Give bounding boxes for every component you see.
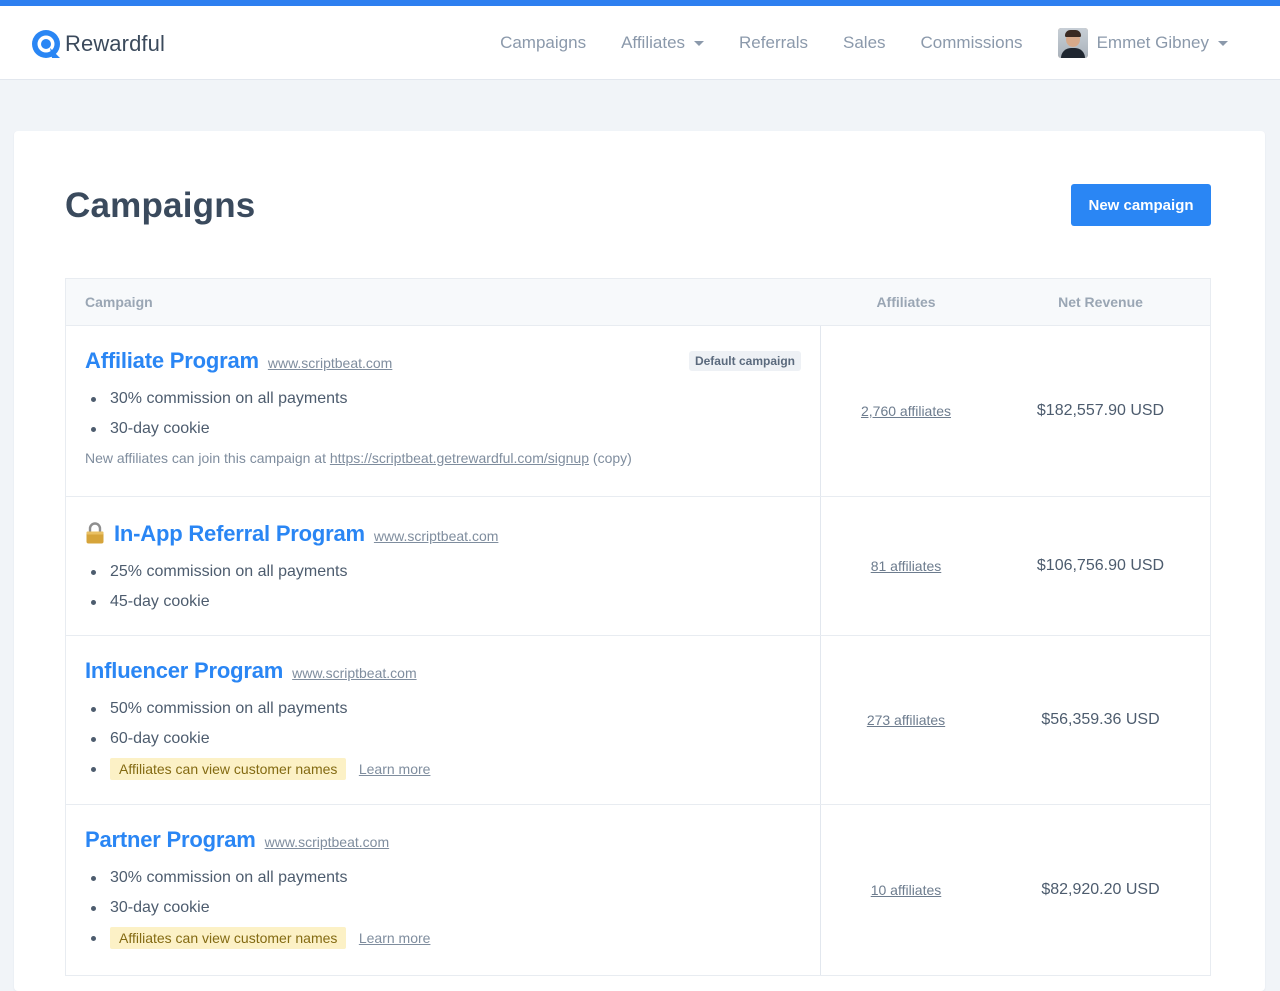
- column-header-revenue: Net Revenue: [1058, 294, 1143, 310]
- campaign-url-link[interactable]: www.scriptbeat.com: [374, 528, 498, 544]
- campaign-details: 50% commission on all payments 60-day co…: [85, 694, 801, 784]
- campaign-url-link[interactable]: www.scriptbeat.com: [268, 355, 392, 371]
- campaign-name-link[interactable]: Partner Program: [85, 827, 256, 853]
- net-revenue: $56,359.36 USD: [1041, 711, 1160, 728]
- signup-prefix: New affiliates can join this campaign at: [85, 450, 326, 466]
- table-row: Affiliate Program www.scriptbeat.com Def…: [66, 326, 1210, 497]
- column-header-affiliates: Affiliates: [876, 294, 936, 310]
- affiliates-count-link[interactable]: 81 affiliates: [871, 558, 942, 574]
- net-revenue: $82,920.20 USD: [1041, 881, 1160, 898]
- main-nav: Campaigns Affiliates Referrals Sales Com…: [465, 6, 1228, 80]
- campaign-name-link[interactable]: In-App Referral Program: [114, 521, 365, 547]
- nav-sales[interactable]: Sales: [843, 33, 886, 53]
- detail-cookie: 45-day cookie: [85, 587, 801, 617]
- caret-down-icon: [1218, 40, 1228, 46]
- user-name: Emmet Gibney: [1096, 33, 1209, 52]
- campaign-name-link[interactable]: Affiliate Program: [85, 348, 259, 374]
- detail-commission: 30% commission on all payments: [85, 863, 801, 893]
- revenue-cell: $56,359.36 USD: [991, 636, 1210, 804]
- nav-affiliates[interactable]: Affiliates: [621, 33, 705, 53]
- campaigns-table: Campaign Affiliates Net Revenue Affiliat…: [65, 278, 1211, 976]
- rewardful-logo-icon: [32, 30, 60, 58]
- affiliates-cell: 81 affiliates: [821, 497, 991, 635]
- detail-cookie: 30-day cookie: [85, 414, 801, 444]
- detail-cookie: 60-day cookie: [85, 724, 801, 754]
- nav-sales-label: Sales: [843, 33, 886, 52]
- new-campaign-button[interactable]: New campaign: [1071, 184, 1211, 226]
- nav-commissions[interactable]: Commissions: [921, 33, 1023, 53]
- learn-more-link[interactable]: Learn more: [359, 930, 431, 946]
- table-header: Campaign Affiliates Net Revenue: [66, 279, 1210, 326]
- campaign-cell: In-App Referral Program www.scriptbeat.c…: [66, 497, 821, 635]
- nav-affiliates-label: Affiliates: [621, 33, 686, 52]
- nav-campaigns[interactable]: Campaigns: [500, 33, 586, 53]
- net-revenue: $106,756.90 USD: [1036, 557, 1165, 574]
- caret-down-icon: [694, 40, 705, 46]
- table-row: In-App Referral Program www.scriptbeat.c…: [66, 497, 1210, 636]
- campaign-url-link[interactable]: www.scriptbeat.com: [292, 665, 416, 681]
- default-campaign-badge: Default campaign: [688, 351, 801, 371]
- affiliates-count-link[interactable]: 2,760 affiliates: [861, 403, 951, 419]
- affiliates-cell: 2,760 affiliates: [821, 326, 991, 496]
- brand-name: Rewardful: [65, 31, 165, 56]
- learn-more-link[interactable]: Learn more: [359, 761, 431, 777]
- nav-referrals[interactable]: Referrals: [739, 33, 808, 53]
- lock-icon: [86, 522, 104, 544]
- detail-cookie: 30-day cookie: [85, 893, 801, 923]
- detail-permission: Affiliates can view customer names Learn…: [85, 754, 801, 784]
- customer-names-highlight: Affiliates can view customer names: [110, 758, 347, 780]
- nav-campaigns-label: Campaigns: [500, 33, 587, 52]
- page-title: Campaigns: [65, 186, 256, 225]
- brand-logo-link[interactable]: Rewardful: [30, 28, 165, 60]
- affiliates-cell: 273 affiliates: [821, 636, 991, 804]
- campaign-cell: Affiliate Program www.scriptbeat.com Def…: [66, 326, 821, 496]
- detail-commission: 30% commission on all payments: [85, 384, 801, 414]
- revenue-cell: $82,920.20 USD: [991, 805, 1210, 975]
- affiliates-count-link[interactable]: 10 affiliates: [871, 882, 942, 898]
- avatar: [1057, 28, 1088, 58]
- table-row: Partner Program www.scriptbeat.com 30% c…: [66, 805, 1210, 976]
- campaign-name-link[interactable]: Influencer Program: [85, 658, 283, 684]
- signup-line: New affiliates can join this campaign at…: [85, 450, 801, 466]
- revenue-cell: $182,557.90 USD: [991, 326, 1210, 496]
- column-header-campaign: Campaign: [85, 294, 153, 310]
- net-revenue: $182,557.90 USD: [1036, 402, 1165, 419]
- top-navbar: Rewardful Campaigns Affiliates Referrals…: [0, 6, 1280, 80]
- user-menu[interactable]: Emmet Gibney: [1057, 28, 1228, 58]
- detail-commission: 25% commission on all payments: [85, 557, 801, 587]
- campaign-url-link[interactable]: www.scriptbeat.com: [265, 834, 389, 850]
- campaigns-card: Campaigns New campaign Campaign Affiliat…: [14, 131, 1265, 991]
- campaign-cell: Influencer Program www.scriptbeat.com 50…: [66, 636, 821, 804]
- affiliates-cell: 10 affiliates: [821, 805, 991, 975]
- campaign-details: 30% commission on all payments 30-day co…: [85, 863, 801, 953]
- customer-names-highlight: Affiliates can view customer names: [110, 927, 347, 949]
- campaign-details: 25% commission on all payments 45-day co…: [85, 557, 801, 617]
- detail-permission: Affiliates can view customer names Learn…: [85, 923, 801, 953]
- signup-url-link[interactable]: https://scriptbeat.getrewardful.com/sign…: [330, 450, 589, 466]
- table-row: Influencer Program www.scriptbeat.com 50…: [66, 636, 1210, 805]
- nav-commissions-label: Commissions: [920, 33, 1023, 52]
- campaign-cell: Partner Program www.scriptbeat.com 30% c…: [66, 805, 821, 975]
- revenue-cell: $106,756.90 USD: [991, 497, 1210, 635]
- nav-referrals-label: Referrals: [739, 33, 808, 52]
- copy-link[interactable]: (copy): [593, 450, 632, 466]
- detail-commission: 50% commission on all payments: [85, 694, 801, 724]
- affiliates-count-link[interactable]: 273 affiliates: [867, 712, 945, 728]
- campaign-details: 30% commission on all payments 30-day co…: [85, 384, 801, 444]
